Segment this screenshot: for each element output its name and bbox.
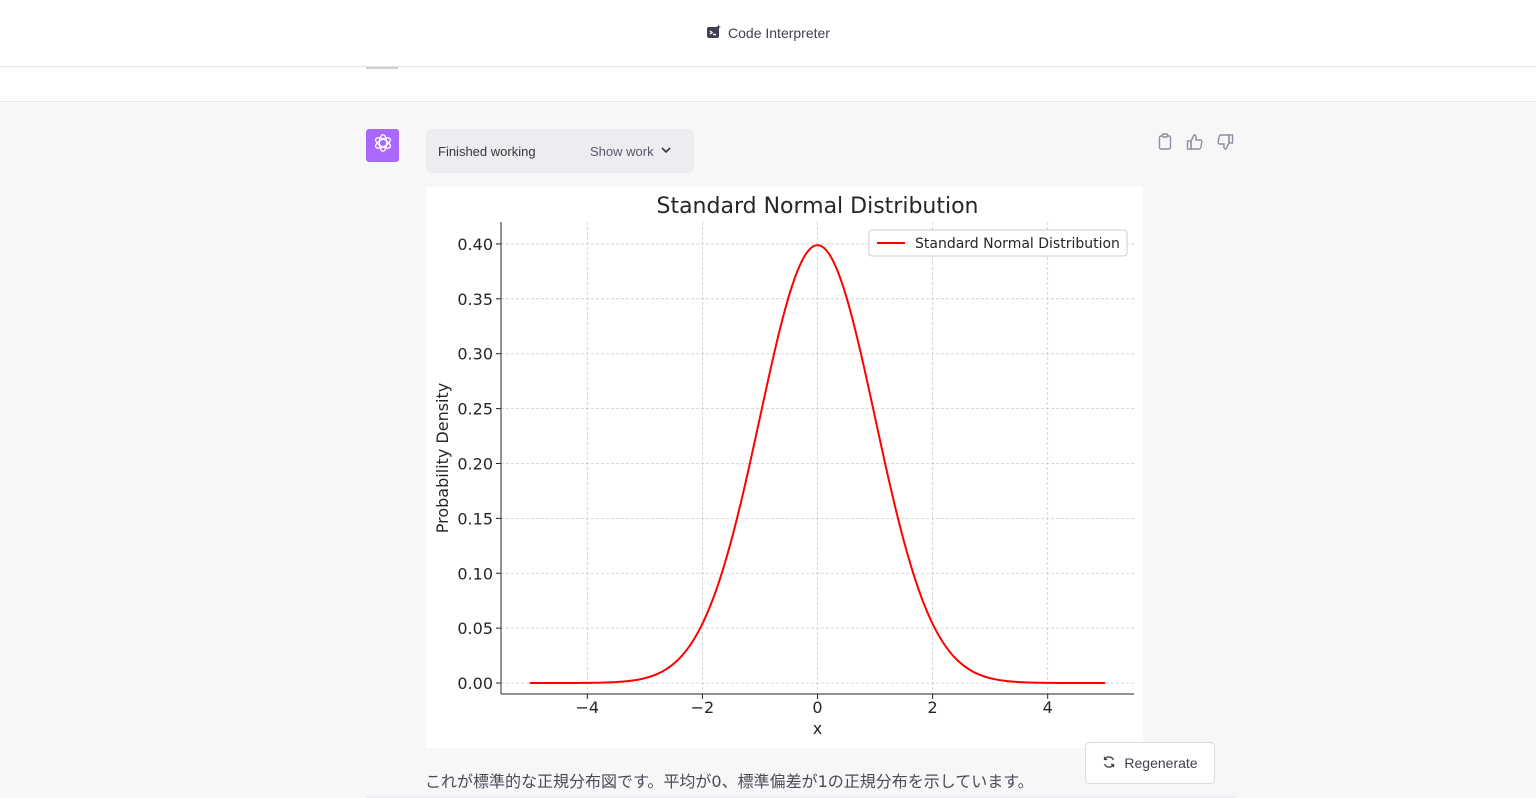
y-axis-label: Probability Density (433, 383, 452, 534)
y-tick-label: 0.25 (457, 400, 493, 419)
previous-avatar (366, 67, 398, 69)
x-tick-label: −4 (576, 698, 600, 717)
show-work-label: Show work (590, 143, 654, 159)
y-tick-label: 0.15 (457, 509, 493, 528)
data-point (558, 682, 560, 684)
y-tick-label: 0.00 (457, 674, 493, 693)
y-tick-label: 0.10 (457, 564, 493, 583)
data-point (759, 416, 761, 418)
chevron-down-icon (660, 144, 672, 159)
model-title-label: Code Interpreter (728, 25, 830, 41)
data-point (529, 682, 531, 684)
y-tick-label: 0.20 (457, 454, 493, 473)
data-point (586, 682, 588, 684)
refresh-icon (1102, 755, 1116, 772)
data-point (817, 244, 819, 246)
work-status-panel: Finished working Show work (426, 129, 694, 173)
data-point (845, 296, 847, 298)
y-tick-label: 0.40 (457, 235, 493, 254)
data-point (960, 663, 962, 665)
data-point (644, 677, 646, 679)
show-work-button[interactable]: Show work (590, 144, 672, 159)
y-tick-label: 0.35 (457, 290, 493, 309)
model-title[interactable]: Code Interpreter (706, 24, 830, 43)
top-bar: Code Interpreter (0, 0, 1536, 67)
composer-edge (366, 794, 1236, 798)
regenerate-button[interactable]: Regenerate (1085, 742, 1215, 784)
copy-icon[interactable] (1155, 131, 1175, 153)
chart: Standard Normal Distribution −4 −2 0 2 4 0.00 0… (433, 194, 1134, 738)
data-point (730, 540, 732, 542)
assistant-answer-text: これが標準的な正規分布図です。平均が0、標準偏差が1の正規分布を示しています。 (425, 772, 1034, 791)
previous-message (0, 67, 1536, 102)
legend-label: Standard Normal Distribution (915, 236, 1120, 252)
data-point (1075, 682, 1077, 684)
thumbs-up-icon[interactable] (1185, 131, 1205, 153)
data-point (1018, 681, 1020, 683)
x-tick-label: 0 (812, 698, 822, 717)
x-axis-label: x (813, 719, 822, 738)
message-actions (1155, 131, 1235, 153)
data-point (788, 296, 790, 298)
data-point (1104, 682, 1106, 684)
data-point (874, 416, 876, 418)
data-point (932, 623, 934, 625)
assistant-avatar (366, 129, 399, 162)
x-tick-label: 2 (927, 698, 937, 717)
chart-image: Standard Normal Distribution −4 −2 0 2 4 0.00 0… (426, 187, 1143, 748)
data-point (673, 663, 675, 665)
thumbs-down-icon[interactable] (1215, 131, 1235, 153)
regenerate-label: Regenerate (1124, 755, 1198, 771)
work-status-label: Finished working (438, 143, 536, 159)
y-tick-label: 0.05 (457, 619, 493, 638)
y-tick-label: 0.30 (457, 345, 493, 364)
x-tick-label: 4 (1043, 698, 1053, 717)
code-interpreter-icon (706, 24, 722, 43)
x-tick-label: −2 (691, 698, 715, 717)
chart-title: Standard Normal Distribution (656, 194, 978, 219)
openai-logo-icon (372, 132, 394, 159)
data-point (615, 681, 617, 683)
data-point (903, 540, 905, 542)
data-point (989, 677, 991, 679)
data-point (701, 623, 703, 625)
data-point (1047, 682, 1049, 684)
